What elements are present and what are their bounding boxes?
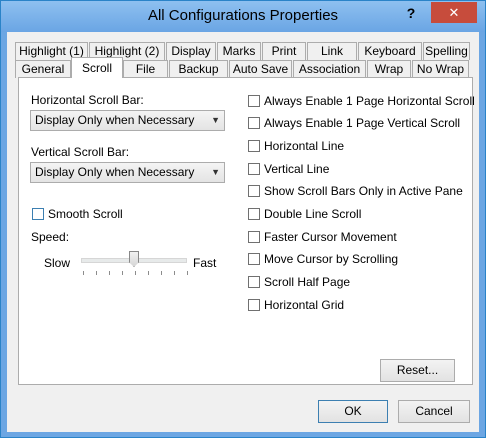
slider-tick: [148, 271, 149, 275]
vertical-scroll-bar-label: Vertical Scroll Bar:: [31, 145, 130, 159]
title-bar[interactable]: All Configurations Properties ? ✕: [1, 1, 485, 32]
horizontal-scroll-bar-value: Display Only when Necessary: [35, 113, 195, 127]
slider-tick: [122, 271, 123, 275]
scroll-tab-panel: Horizontal Scroll Bar: Display Only when…: [18, 77, 475, 385]
reset-button[interactable]: Reset...: [380, 359, 455, 382]
smooth-scroll-label: Smooth Scroll: [48, 207, 123, 221]
vertical-scroll-bar-value: Display Only when Necessary: [35, 165, 195, 179]
properties-window: All Configurations Properties ? ✕ Highli…: [0, 0, 486, 438]
tab-association[interactable]: Association: [293, 60, 366, 78]
option-label: Horizontal Line: [264, 139, 345, 153]
tab-file[interactable]: File: [123, 60, 168, 78]
option-checkbox-horizontal-grid[interactable]: [248, 299, 260, 311]
option-checkbox-faster-cursor-movement[interactable]: [248, 231, 260, 243]
option-checkbox-always-enable-1-page-horizontal-scroll[interactable]: [248, 95, 260, 107]
slow-label: Slow: [44, 256, 71, 270]
tab-marks[interactable]: Marks: [217, 42, 261, 60]
tab-link[interactable]: Link: [307, 42, 357, 60]
option-checkbox-horizontal-line[interactable]: [248, 140, 260, 152]
slider-tick: [174, 271, 175, 275]
slider-tick: [161, 271, 162, 275]
option-label: Vertical Line: [264, 162, 330, 176]
speed-label: Speed:: [31, 230, 70, 244]
tab-auto-save[interactable]: Auto Save: [229, 60, 292, 78]
slider-thumb[interactable]: [129, 251, 139, 267]
ok-button[interactable]: OK: [318, 400, 388, 423]
option-label: Move Cursor by Scrolling: [264, 252, 399, 266]
vertical-scroll-bar-select[interactable]: Display Only when Necessary ▼: [30, 162, 225, 183]
slider-tick: [96, 271, 97, 275]
option-checkbox-double-line-scroll[interactable]: [248, 208, 260, 220]
option-label: Show Scroll Bars Only in Active Pane: [264, 184, 463, 198]
fast-label: Fast: [193, 256, 217, 270]
option-label: Scroll Half Page: [264, 275, 351, 289]
tab-no-wrap[interactable]: No Wrap: [412, 60, 469, 78]
option-label: Always Enable 1 Page Horizontal Scroll: [264, 94, 475, 108]
help-button[interactable]: ?: [397, 3, 425, 23]
horizontal-scroll-bar-select[interactable]: Display Only when Necessary ▼: [30, 110, 225, 131]
chevron-down-icon: ▼: [211, 167, 220, 177]
horizontal-scroll-bar-label: Horizontal Scroll Bar:: [31, 93, 144, 107]
option-checkbox-scroll-half-page[interactable]: [248, 276, 260, 288]
option-checkbox-show-scroll-bars-only-in-active-pane[interactable]: [248, 185, 260, 197]
cancel-button[interactable]: Cancel: [398, 400, 470, 423]
slider-tick: [135, 271, 136, 275]
tab-general[interactable]: General: [15, 60, 71, 78]
tab-display[interactable]: Display: [166, 42, 216, 60]
tab-keyboard[interactable]: Keyboard: [358, 42, 422, 60]
option-label: Always Enable 1 Page Vertical Scroll: [264, 116, 461, 130]
tab-scroll[interactable]: Scroll: [71, 57, 123, 78]
tab-spelling[interactable]: Spelling: [423, 42, 470, 60]
option-checkbox-vertical-line[interactable]: [248, 163, 260, 175]
option-label: Horizontal Grid: [264, 298, 345, 312]
slider-tick: [109, 271, 110, 275]
tab-backup[interactable]: Backup: [169, 60, 228, 78]
tab-wrap[interactable]: Wrap: [367, 60, 411, 78]
tab-print[interactable]: Print: [262, 42, 306, 60]
smooth-scroll-checkbox[interactable]: [32, 208, 44, 220]
option-checkbox-always-enable-1-page-vertical-scroll[interactable]: [248, 117, 260, 129]
option-label: Double Line Scroll: [264, 207, 362, 221]
option-checkbox-move-cursor-by-scrolling[interactable]: [248, 253, 260, 265]
slider-tick: [187, 271, 188, 275]
close-button[interactable]: ✕: [431, 2, 477, 23]
option-label: Faster Cursor Movement: [264, 230, 397, 244]
chevron-down-icon: ▼: [211, 115, 220, 125]
slider-tick: [83, 271, 84, 275]
